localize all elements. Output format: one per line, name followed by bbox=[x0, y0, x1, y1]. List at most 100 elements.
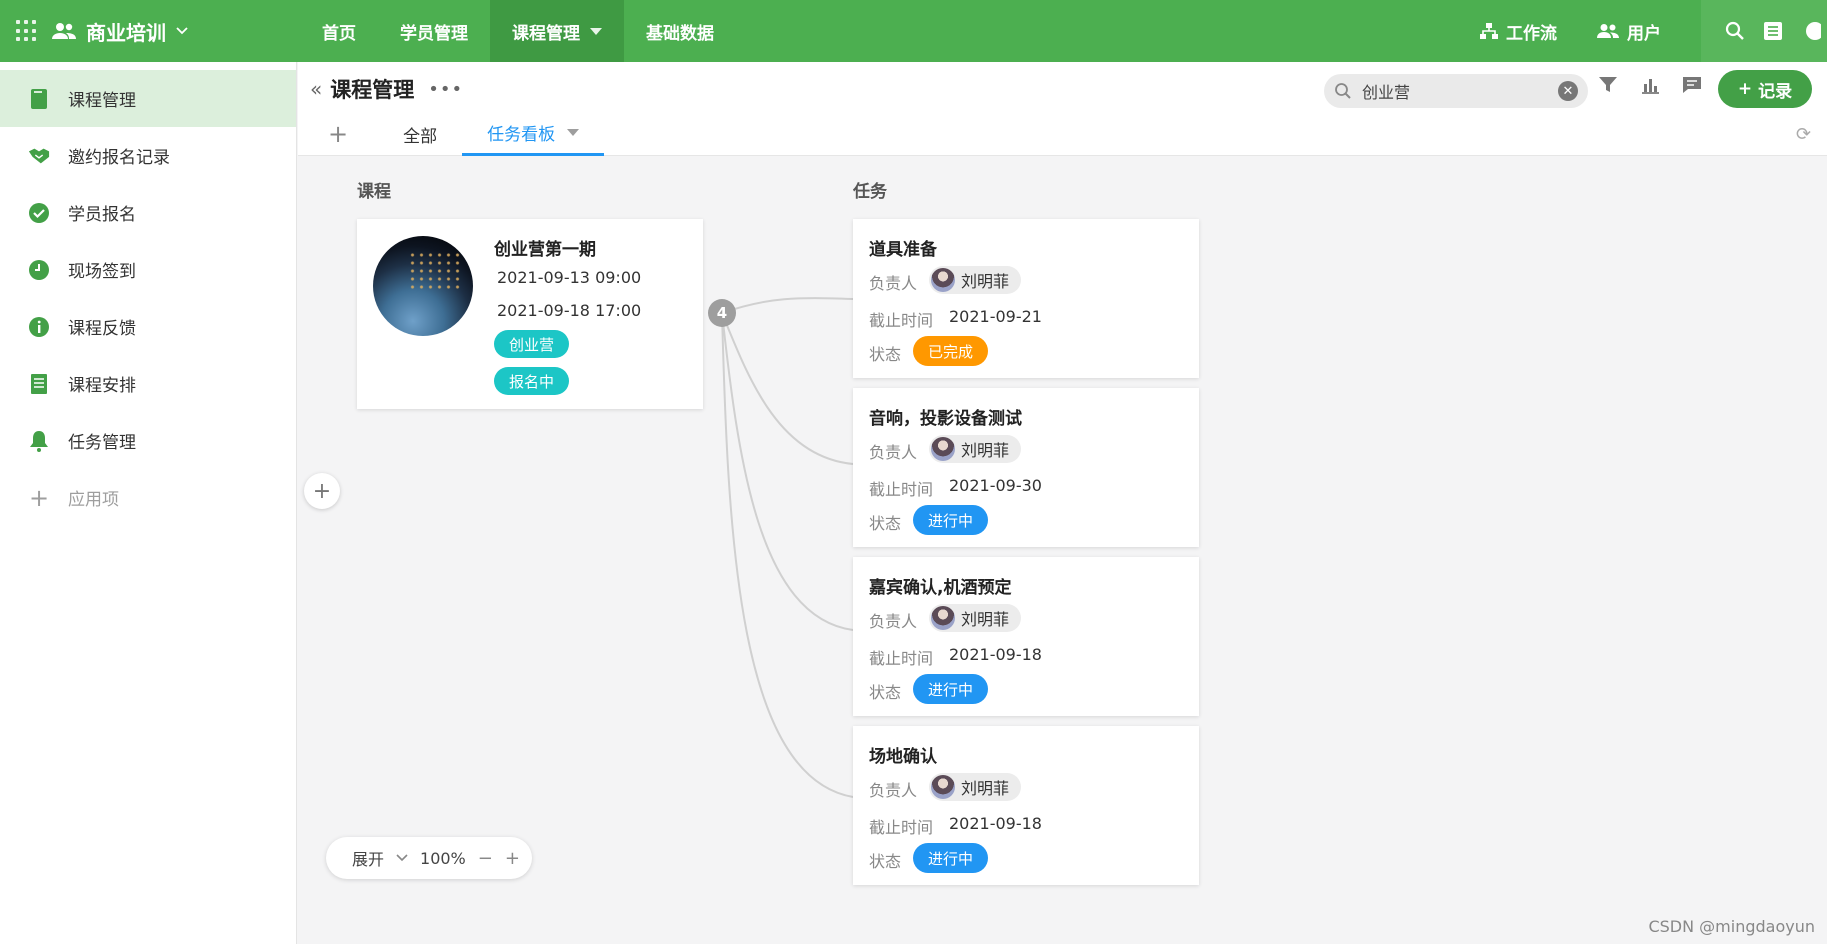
sidebar-item-label: 邀约报名记录 bbox=[68, 148, 170, 168]
nav-home-label: 首页 bbox=[322, 23, 356, 44]
filter-icon[interactable] bbox=[1598, 76, 1618, 94]
due-date: 2021-09-21 bbox=[949, 307, 1042, 326]
owner-name: 刘明菲 bbox=[961, 272, 1010, 291]
add-node-button[interactable]: + bbox=[304, 473, 340, 509]
bar-chart-icon[interactable] bbox=[1640, 76, 1660, 94]
chevron-down-icon[interactable] bbox=[396, 854, 408, 862]
owner-name: 刘明菲 bbox=[961, 441, 1010, 460]
status-badge: 进行中 bbox=[913, 505, 989, 535]
sidebar-item-label: 任务管理 bbox=[68, 433, 136, 453]
notes-icon[interactable] bbox=[1763, 21, 1783, 41]
task-title: 音响，投影设备测试 bbox=[869, 409, 1022, 429]
status-badge: 进行中 bbox=[913, 674, 989, 704]
clear-search-icon[interactable]: ✕ bbox=[1558, 81, 1578, 101]
collapse-sidebar-icon[interactable]: « bbox=[310, 77, 322, 101]
workflow-link[interactable]: 工作流 bbox=[1480, 19, 1557, 44]
avatar bbox=[931, 606, 955, 630]
sidebar-item-task-management[interactable]: 任务管理 bbox=[0, 412, 296, 469]
task-card[interactable]: 音响，投影设备测试 负责人 刘明菲 截止时间 2021-09-30 状态 进行中 bbox=[853, 388, 1199, 547]
users-group-icon bbox=[52, 23, 76, 39]
task-card[interactable]: 场地确认 负责人 刘明菲 截止时间 2021-09-18 状态 进行中 bbox=[853, 726, 1199, 885]
nav-home[interactable]: 首页 bbox=[300, 0, 378, 62]
sidebar: 课程管理 邀约报名记录 学员报名 现场签到 课程反馈 课程安排 任务管理 + 应… bbox=[0, 62, 297, 944]
status-label: 状态 bbox=[869, 345, 902, 364]
users-icon bbox=[1597, 24, 1619, 38]
task-board-canvas: 课程 任务 创业营第一期 2021-09-13 09:00 2021-09-18… bbox=[298, 157, 1827, 944]
owner-chip[interactable]: 刘明菲 bbox=[929, 773, 1022, 801]
app-switcher[interactable]: 商业培训 bbox=[52, 17, 188, 46]
owner-chip[interactable]: 刘明菲 bbox=[929, 604, 1022, 632]
owner-chip[interactable]: 刘明菲 bbox=[929, 435, 1022, 463]
add-record-button[interactable]: + 记录 bbox=[1718, 70, 1812, 108]
sidebar-item-course-feedback[interactable]: 课程反馈 bbox=[0, 298, 296, 355]
sidebar-item-course-management[interactable]: 课程管理 bbox=[0, 70, 296, 127]
workflow-label: 工作流 bbox=[1506, 23, 1557, 44]
sidebar-item-label: 课程安排 bbox=[68, 376, 136, 396]
comment-icon[interactable] bbox=[1682, 76, 1702, 94]
task-count-badge[interactable]: 4 bbox=[708, 299, 736, 327]
top-tools bbox=[1701, 0, 1827, 62]
due-label: 截止时间 bbox=[869, 649, 934, 668]
caret-down-icon[interactable] bbox=[567, 129, 580, 136]
users-label: 用户 bbox=[1627, 23, 1661, 44]
tab-all-label: 全部 bbox=[403, 126, 438, 147]
users-link[interactable]: 用户 bbox=[1597, 19, 1661, 44]
tab-all[interactable]: 全部 bbox=[378, 112, 462, 156]
add-view-button[interactable]: + bbox=[298, 112, 378, 156]
zoom-in-button[interactable]: + bbox=[505, 848, 520, 869]
header-tools bbox=[1598, 76, 1702, 94]
due-label: 截止时间 bbox=[869, 818, 934, 837]
zoom-out-button[interactable]: − bbox=[478, 848, 493, 869]
sidebar-item-label: 现场签到 bbox=[68, 262, 136, 282]
workflow-icon bbox=[1480, 23, 1498, 39]
avatar bbox=[931, 437, 955, 461]
sidebar-item-checkin[interactable]: 现场签到 bbox=[0, 241, 296, 298]
sidebar-add-label: 应用项 bbox=[68, 490, 119, 510]
more-options-icon[interactable]: ••• bbox=[428, 79, 463, 100]
tab-task-board[interactable]: 任务看板 bbox=[462, 112, 605, 156]
app-grid-icon[interactable] bbox=[16, 20, 38, 42]
owner-label: 负责人 bbox=[869, 781, 918, 800]
due-date: 2021-09-18 bbox=[949, 814, 1042, 833]
zoom-level: 100% bbox=[420, 848, 466, 868]
clock-icon bbox=[28, 259, 50, 281]
sidebar-item-label: 课程反馈 bbox=[68, 319, 136, 339]
owner-label: 负责人 bbox=[869, 612, 918, 631]
avatar-icon[interactable] bbox=[1801, 21, 1821, 41]
tab-task-board-label: 任务看板 bbox=[487, 125, 556, 145]
due-label: 截止时间 bbox=[869, 311, 934, 330]
nav-courses[interactable]: 课程管理 bbox=[490, 0, 624, 62]
task-card[interactable]: 嘉宾确认,机酒预定 负责人 刘明菲 截止时间 2021-09-18 状态 进行中 bbox=[853, 557, 1199, 716]
course-tag-category: 创业营 bbox=[494, 330, 570, 358]
sidebar-item-course-schedule[interactable]: 课程安排 bbox=[0, 355, 296, 412]
course-card[interactable]: 创业营第一期 2021-09-13 09:00 2021-09-18 17:00… bbox=[357, 219, 703, 409]
refresh-icon[interactable]: ⟳ bbox=[1796, 124, 1811, 145]
owner-label: 负责人 bbox=[869, 443, 918, 462]
status-label: 状态 bbox=[869, 852, 902, 871]
owner-name: 刘明菲 bbox=[961, 779, 1010, 798]
avatar bbox=[931, 268, 955, 292]
sidebar-item-student-signup[interactable]: 学员报名 bbox=[0, 184, 296, 241]
sidebar-add-app-item[interactable]: + 应用项 bbox=[0, 469, 296, 526]
zoom-controls: 展开 100% − + bbox=[326, 837, 532, 879]
task-title: 嘉宾确认,机酒预定 bbox=[869, 578, 1012, 598]
sidebar-item-invitation-records[interactable]: 邀约报名记录 bbox=[0, 127, 296, 184]
expand-dropdown[interactable]: 展开 bbox=[352, 846, 384, 870]
top-right: 工作流 用户 bbox=[1480, 0, 1827, 62]
search-input[interactable] bbox=[1362, 81, 1548, 101]
owner-chip[interactable]: 刘明菲 bbox=[929, 266, 1022, 294]
app-name: 商业培训 bbox=[86, 20, 166, 45]
search-icon[interactable] bbox=[1725, 21, 1745, 41]
course-start-time: 2021-09-13 09:00 bbox=[497, 268, 642, 287]
nav-students[interactable]: 学员管理 bbox=[378, 0, 490, 62]
brand: 商业培训 bbox=[16, 0, 188, 62]
nav-basic-data[interactable]: 基础数据 bbox=[624, 0, 736, 62]
due-label: 截止时间 bbox=[869, 480, 934, 499]
course-cover-image bbox=[373, 236, 473, 336]
sidebar-item-label: 课程管理 bbox=[68, 91, 136, 111]
info-icon bbox=[28, 316, 50, 338]
watermark: CSDN @mingdaoyun bbox=[1648, 917, 1815, 936]
task-card[interactable]: 道具准备 负责人 刘明菲 截止时间 2021-09-21 状态 已完成 bbox=[853, 219, 1199, 378]
caret-down-icon bbox=[590, 27, 602, 35]
status-label: 状态 bbox=[869, 514, 902, 533]
